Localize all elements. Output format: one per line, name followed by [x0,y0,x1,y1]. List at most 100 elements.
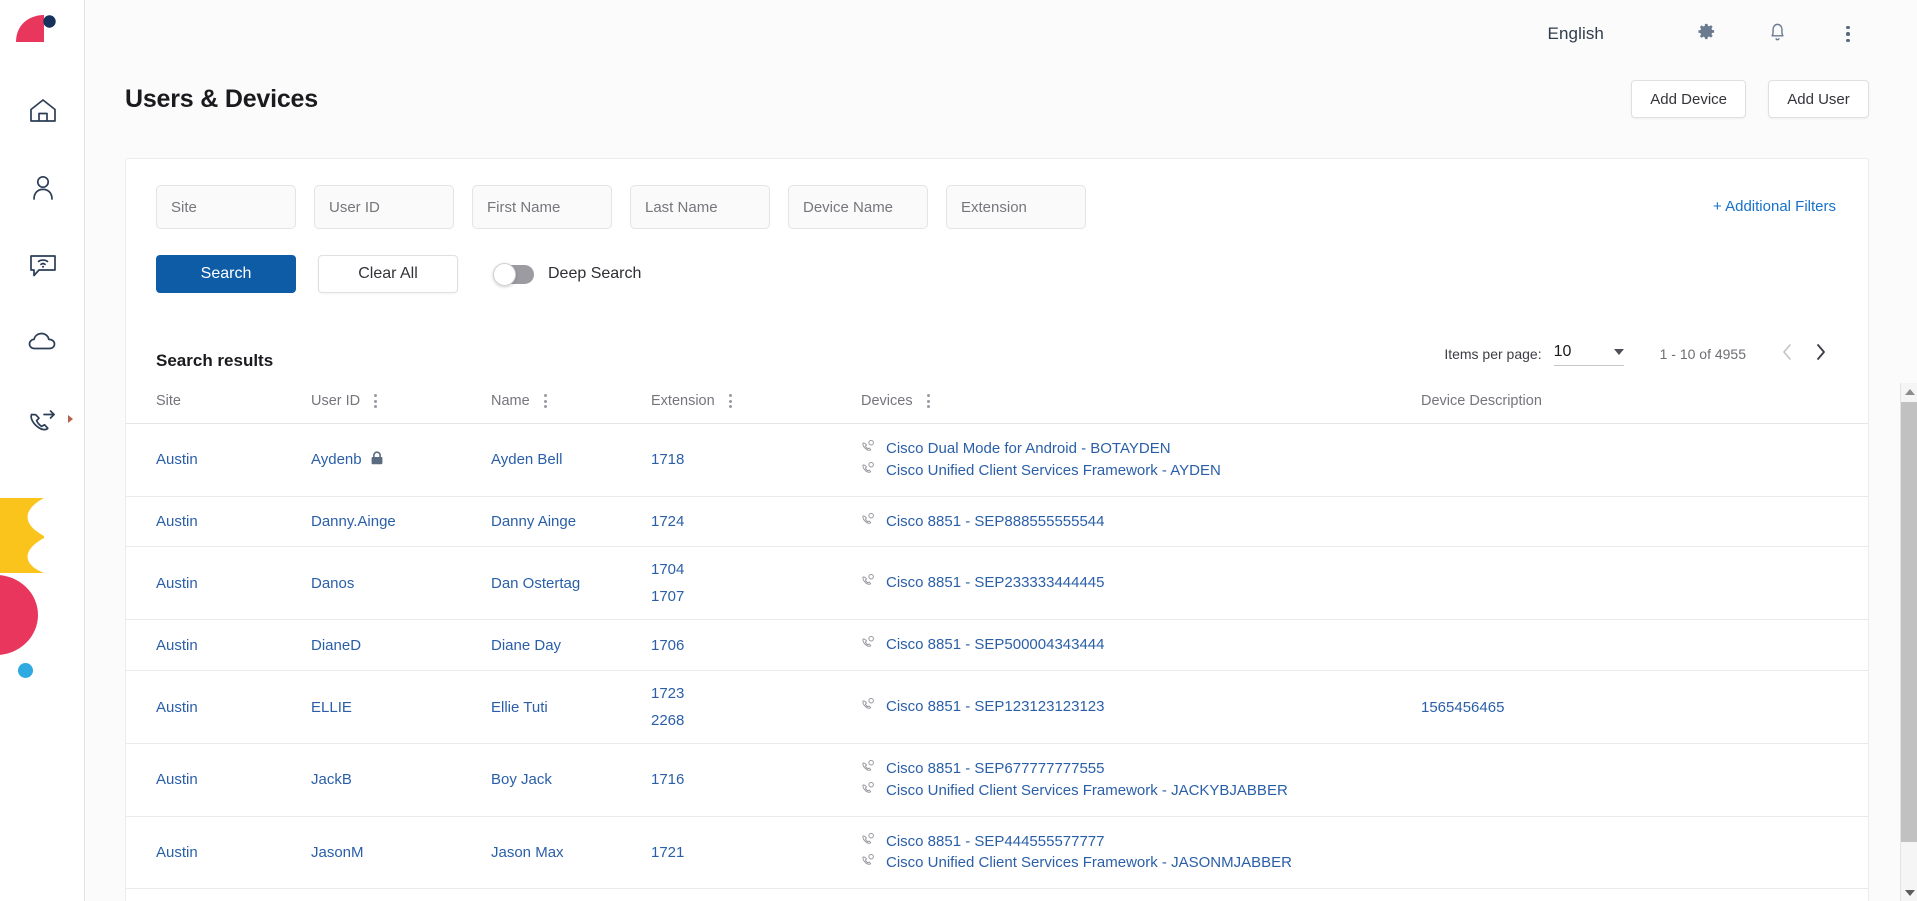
column-header-devices[interactable]: Devices [861,393,1421,424]
cell-user-id[interactable]: Larry.Bird [311,889,491,901]
column-menu-icon-name[interactable] [544,394,547,408]
items-per-page-value: 10 [1554,343,1572,361]
extension-value: 2268 [651,712,861,729]
additional-filters-link[interactable]: + Additional Filters [1713,198,1836,215]
cell-user-id[interactable]: JasonM [311,816,491,889]
table-row[interactable]: AustinDanny.AingeDanny Ainge1724Cisco 88… [126,496,1868,547]
column-header-user-id[interactable]: User ID [311,393,491,424]
deep-search-switch[interactable] [494,265,534,284]
column-header-device-description[interactable]: Device Description [1421,393,1868,424]
topbar: English [85,0,1917,68]
table-row[interactable]: AustinELLIEEllie Tuti17232268Cisco 8851 … [126,671,1868,744]
results-header: Search results Items per page: 10 1 - 10… [126,293,1868,371]
cell-name[interactable]: Danny Ainge [491,496,651,547]
device-link[interactable]: Cisco 8851 - SEP233333444445 [861,572,1421,594]
cell-user-id[interactable]: Aydenb [311,424,491,497]
device-link[interactable]: Cisco Unified Client Services Framework … [861,852,1421,874]
phone-icon [861,572,875,594]
search-input-user-id[interactable] [314,185,454,229]
search-input-site[interactable] [156,185,296,229]
deep-search-toggle[interactable]: Deep Search [494,265,641,284]
column-label-device-description: Device Description [1421,393,1542,409]
device-link[interactable]: Cisco 8851 - SEP500004343444 [861,634,1421,656]
user-id-link[interactable]: JasonM [311,844,364,861]
cell-name[interactable]: Ellie Tuti [491,671,651,744]
settings-button[interactable] [1685,13,1727,55]
search-button[interactable]: Search [156,255,296,293]
device-link[interactable]: Cisco Unified Client Services Framework … [861,780,1421,802]
extension-value: 1716 [651,771,861,788]
table-row[interactable]: AustinDianeDDiane Day1706Cisco 8851 - SE… [126,620,1868,671]
user-id-link[interactable]: Danny.Ainge [311,513,396,530]
device-link[interactable]: Cisco 8851 - SEP123123123123 [861,696,1421,718]
language-selector[interactable]: English [1548,24,1604,44]
column-header-extension[interactable]: Extension [651,393,861,424]
device-link[interactable]: Cisco Unified Client Services Framework … [861,460,1421,482]
phone-icon [861,460,875,482]
sidebar-item-call-forward[interactable] [0,380,85,457]
table-row[interactable]: AustinDanosDan Ostertag17041707Cisco 885… [126,547,1868,620]
column-menu-icon-extension[interactable] [729,394,732,408]
cell-user-id[interactable]: JackB [311,744,491,817]
sidebar-item-cloud[interactable] [0,303,85,380]
cell-user-id[interactable]: Danny.Ainge [311,496,491,547]
cell-name[interactable]: Ayden Bell [491,424,651,497]
call-forward-icon [27,405,59,433]
scroll-down-button[interactable] [1901,884,1917,901]
cell-name[interactable]: Diane Day [491,620,651,671]
cell-user-id[interactable]: DianeD [311,620,491,671]
scrollbar-thumb[interactable] [1901,402,1917,842]
next-page-button[interactable] [1804,337,1838,371]
device-link[interactable]: Cisco 8851 - SEP444555577777 [861,831,1421,853]
cell-name[interactable]: Larry Bird [491,889,651,901]
user-id-link[interactable]: Aydenb [311,451,362,468]
triangle-down-icon [1905,890,1915,896]
cell-name[interactable]: Jason Max [491,816,651,889]
sidebar-item-home[interactable] [0,72,85,149]
sidebar-nav [0,72,85,457]
cell-user-id[interactable]: ELLIE [311,671,491,744]
column-menu-icon-user-id[interactable] [374,394,377,408]
scroll-up-button[interactable] [1901,383,1917,400]
sidebar-item-messaging[interactable] [0,226,85,303]
add-device-button[interactable]: Add Device [1631,80,1746,118]
brand-logo[interactable] [14,12,60,48]
table-row[interactable]: AustinJasonMJason Max1721Cisco 8851 - SE… [126,816,1868,889]
cell-site: Austin [126,496,311,547]
table-row[interactable]: AustinJackBBoy Jack1716Cisco 8851 - SEP6… [126,744,1868,817]
search-input-last-name[interactable] [630,185,770,229]
results-table: Site User ID Name [126,393,1868,901]
column-header-name[interactable]: Name [491,393,651,424]
device-link[interactable]: Cisco 8851 - SEP677777777555 [861,758,1421,780]
table-row[interactable]: AustinLarry.BirdLarry Bird1720Cisco 8851… [126,889,1868,901]
search-input-first-name[interactable] [472,185,612,229]
decoration-yellow [0,498,44,573]
notifications-button[interactable] [1756,13,1798,55]
search-input-extension[interactable] [946,185,1086,229]
more-options-button[interactable] [1827,13,1869,55]
clear-all-button[interactable]: Clear All [318,255,458,293]
triangle-up-icon [1905,389,1915,395]
vertical-scrollbar[interactable] [1900,383,1917,901]
previous-page-button[interactable] [1770,337,1804,371]
device-label: Cisco 8851 - SEP233333444445 [886,572,1105,594]
cell-user-id[interactable]: Danos [311,547,491,620]
search-input-device-name[interactable] [788,185,928,229]
device-link[interactable]: Cisco Dual Mode for Android - BOTAYDEN [861,438,1421,460]
user-id-link[interactable]: JackB [311,771,352,788]
column-menu-icon-devices[interactable] [927,394,930,408]
device-label: Cisco Unified Client Services Framework … [886,852,1292,874]
user-id-link[interactable]: ELLIE [311,699,352,716]
chevron-right-icon[interactable] [67,414,75,424]
sidebar-item-user[interactable] [0,149,85,226]
user-id-link[interactable]: Danos [311,575,354,592]
column-header-site[interactable]: Site [126,393,311,424]
cell-name[interactable]: Dan Ostertag [491,547,651,620]
table-row[interactable]: AustinAydenbAyden Bell1718Cisco Dual Mod… [126,424,1868,497]
items-per-page-select[interactable]: 10 [1554,343,1624,366]
user-id-link[interactable]: DianeD [311,637,361,654]
add-user-button[interactable]: Add User [1768,80,1869,118]
cell-device-description: 1565456465 [1421,671,1868,744]
device-link[interactable]: Cisco 8851 - SEP888555555544 [861,511,1421,533]
cell-name[interactable]: Boy Jack [491,744,651,817]
